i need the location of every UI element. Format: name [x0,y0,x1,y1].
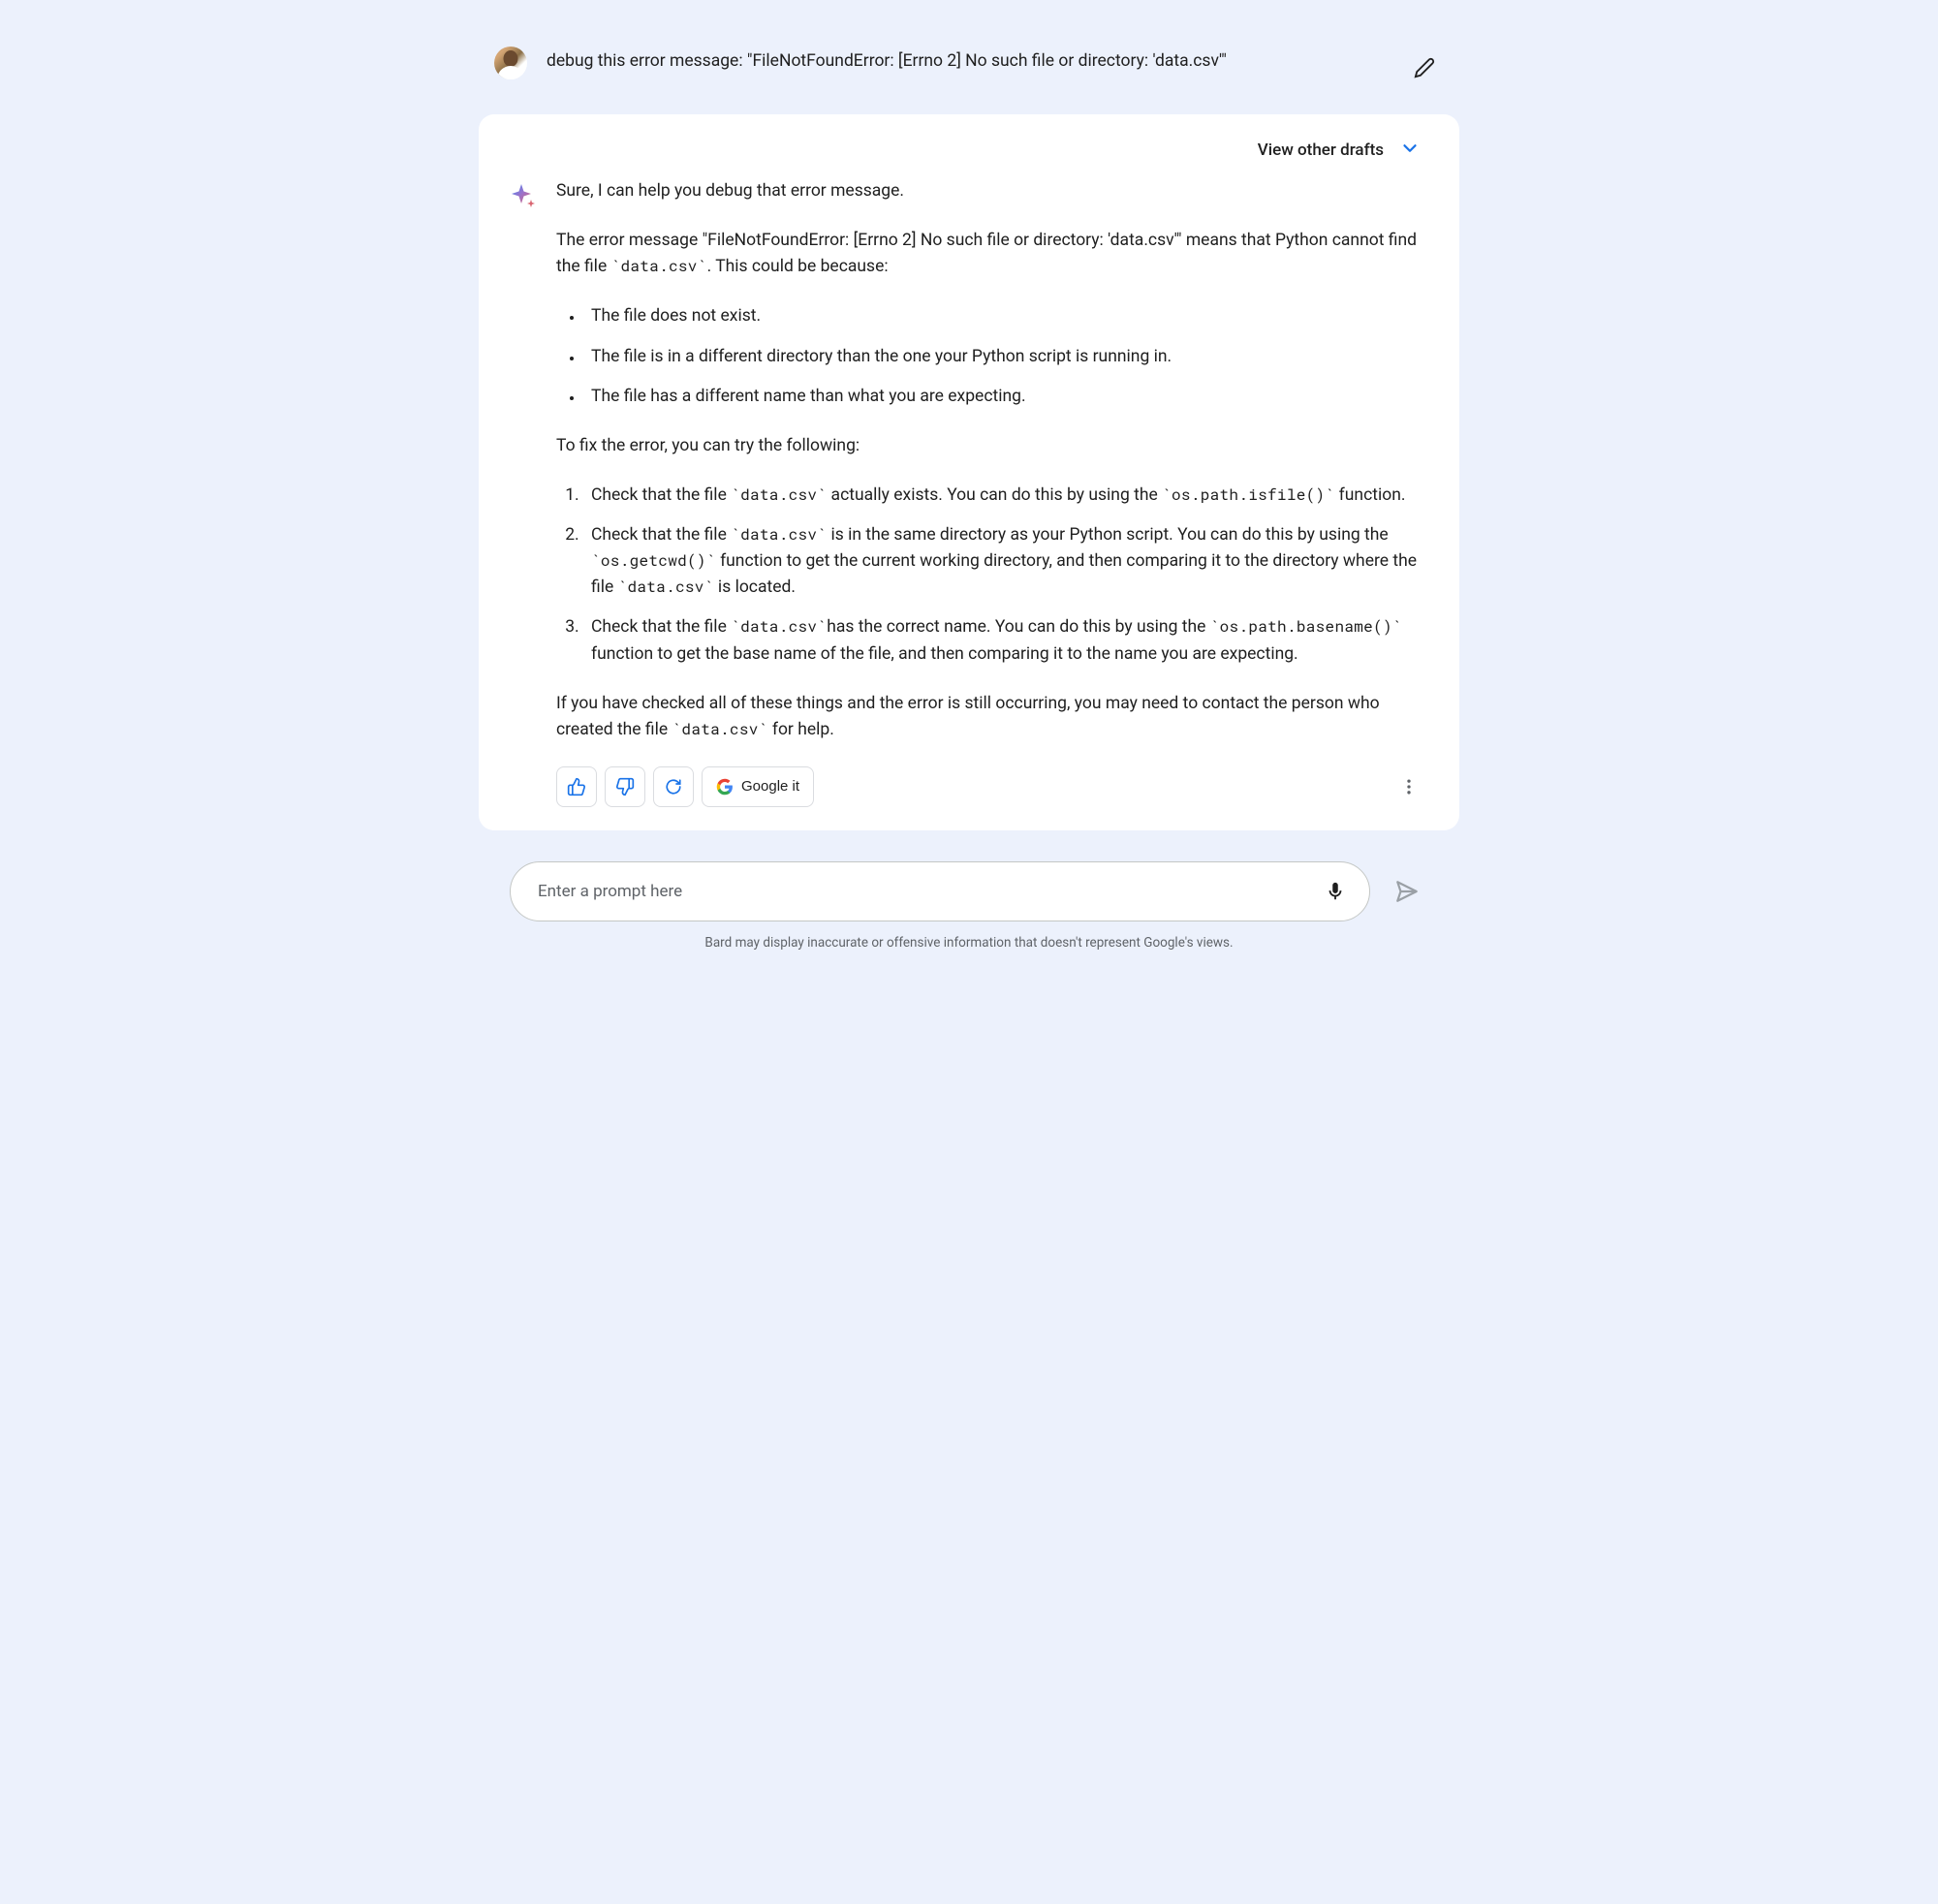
expand-drafts-button[interactable] [1399,138,1421,163]
view-drafts-label[interactable]: View other drafts [1258,140,1384,160]
send-button[interactable] [1386,870,1428,913]
response-content: Sure, I can help you debug that error me… [556,178,1428,807]
microphone-icon [1325,881,1346,902]
edit-prompt-button[interactable] [1405,48,1444,87]
response-intro: Sure, I can help you debug that error me… [556,178,1428,204]
disclaimer-text: Bard may display inaccurate or offensive… [479,935,1459,951]
drafts-header: View other drafts [510,134,1428,178]
action-buttons-group: Google it [556,766,814,807]
prompt-input[interactable] [510,861,1370,921]
list-item: Check that the file `data.csv` actually … [583,483,1428,509]
google-logo-icon [716,778,734,796]
list-item: Check that the file `data.csv` is in the… [583,522,1428,601]
response-body: Sure, I can help you debug that error me… [510,178,1428,807]
bard-sparkle-icon [510,182,535,207]
thumbs-down-button[interactable] [605,766,645,807]
refresh-icon [665,778,682,796]
regenerate-button[interactable] [653,766,694,807]
more-vertical-icon [1399,777,1419,796]
response-explanation: The error message "FileNotFoundError: [E… [556,228,1428,280]
user-message-row: debug this error message: "FileNotFoundE… [479,35,1459,114]
thumbs-down-icon [615,777,635,796]
thumbs-up-button[interactable] [556,766,597,807]
response-actions: Google it [556,766,1428,807]
more-options-button[interactable] [1390,767,1428,806]
response-card: View other drafts [479,114,1459,830]
fix-intro: To fix the error, you can try the follow… [556,433,1428,459]
causes-list: The file does not exist. The file is in … [556,303,1428,409]
fixes-list: Check that the file `data.csv` actually … [556,483,1428,668]
list-item: Check that the file `data.csv`has the co… [583,614,1428,667]
user-avatar [494,47,527,79]
thumbs-up-icon [567,777,586,796]
input-area [479,861,1459,921]
input-wrapper [510,861,1370,921]
list-item: The file does not exist. [583,303,1428,329]
response-outro: If you have checked all of these things … [556,691,1428,743]
list-item: The file is in a different directory tha… [583,344,1428,370]
microphone-button[interactable] [1318,874,1353,909]
send-icon [1394,879,1420,904]
google-it-button[interactable]: Google it [702,766,814,807]
chat-container: debug this error message: "FileNotFoundE… [455,19,1483,974]
google-it-label: Google it [741,778,799,795]
user-prompt-text: debug this error message: "FileNotFoundE… [547,47,1386,71]
list-item: The file has a different name than what … [583,384,1428,410]
chevron-down-icon [1399,138,1421,159]
pencil-icon [1414,57,1435,78]
